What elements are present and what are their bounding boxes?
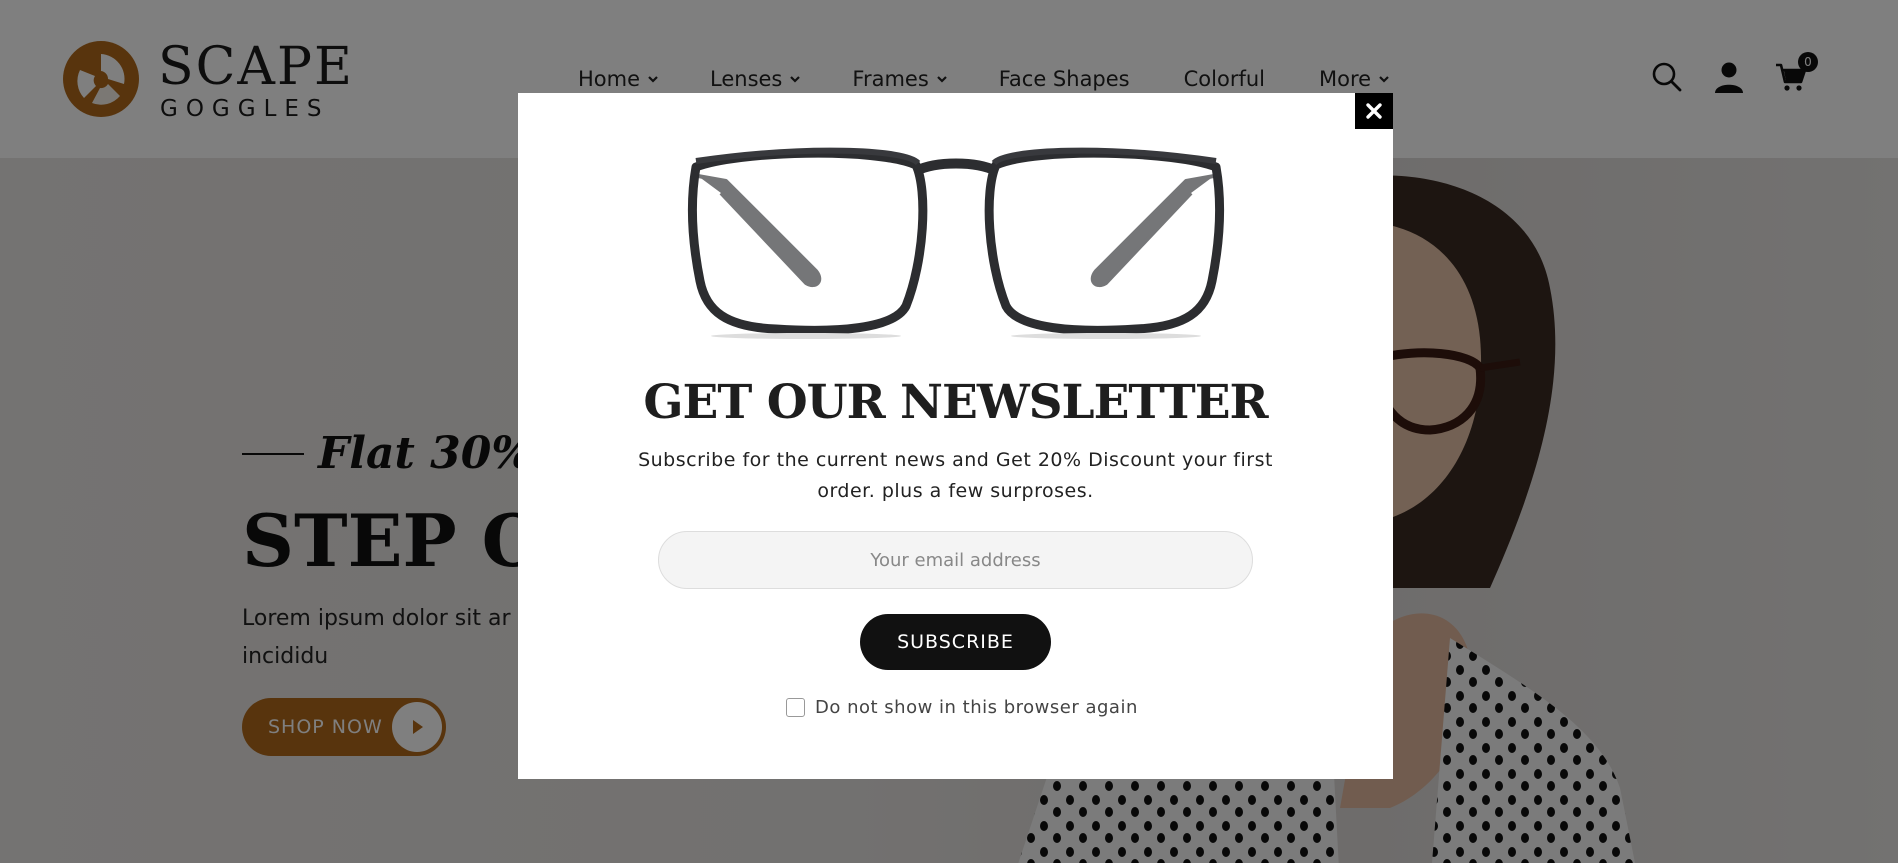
email-input[interactable]: [658, 531, 1253, 589]
newsletter-subtitle: Subscribe for the current news and Get 2…: [638, 449, 1273, 502]
dont-show-checkbox[interactable]: [786, 698, 805, 717]
dont-show-label: Do not show in this browser again: [815, 697, 1138, 718]
newsletter-title: GET OUR NEWSLETTER: [643, 375, 1268, 430]
newsletter-modal: GET OUR NEWSLETTER Subscribe for the cur…: [518, 93, 1393, 779]
eyeglasses-image: [688, 147, 1224, 339]
dont-show-again[interactable]: Do not show in this browser again: [786, 697, 1138, 718]
subscribe-button[interactable]: SUBSCRIBE: [860, 614, 1051, 670]
close-button[interactable]: [1355, 93, 1393, 129]
close-icon: [1366, 103, 1382, 119]
